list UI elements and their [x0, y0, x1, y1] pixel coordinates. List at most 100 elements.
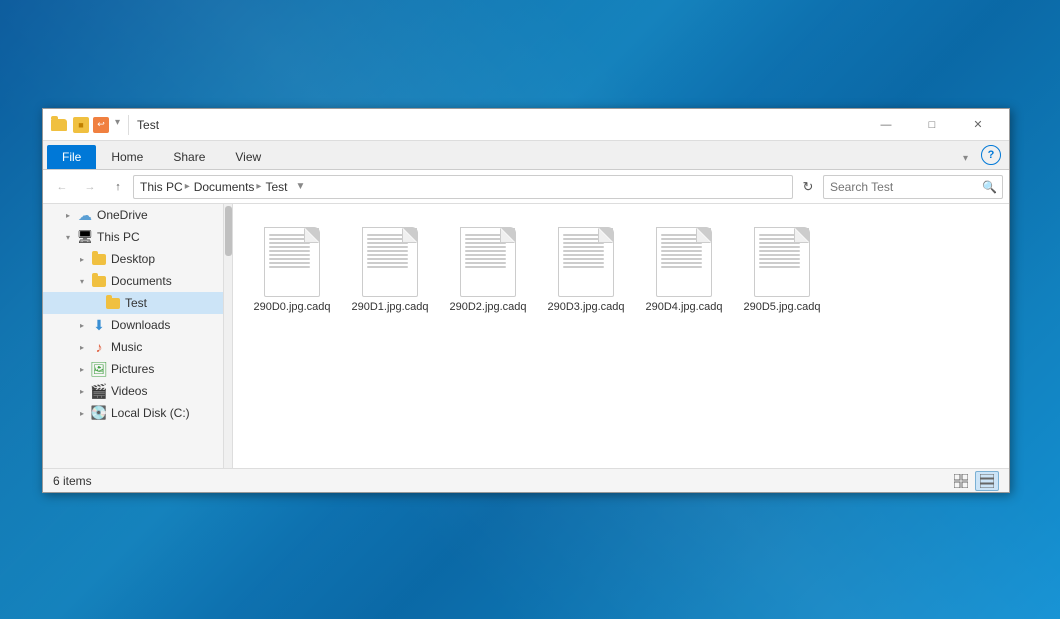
view-buttons [949, 471, 999, 491]
path-test[interactable]: Test [265, 180, 287, 194]
expand-test[interactable] [89, 296, 103, 310]
sidebar-item-pictures[interactable]: ▸ 🖼 Pictures [43, 358, 232, 380]
path-documents[interactable]: Documents ▸ [194, 180, 262, 194]
ribbon-tabs: File Home Share View ▾ ? [43, 141, 1009, 169]
tab-share[interactable]: Share [158, 145, 220, 169]
title-separator [128, 115, 129, 135]
back-button[interactable]: ← [49, 175, 75, 199]
file-page [754, 227, 810, 297]
file-page [558, 227, 614, 297]
help-button[interactable]: ? [981, 145, 1001, 165]
explorer-window: ■ ↩ ▾ Test — □ ✕ File Home Share View ▾ … [42, 108, 1010, 493]
path-test-label: Test [265, 180, 287, 194]
expand-documents[interactable]: ▾ [75, 274, 89, 288]
sidebar-label-local-disk: Local Disk (C:) [111, 406, 190, 420]
expand-downloads[interactable]: ▸ [75, 318, 89, 332]
close-button[interactable]: ✕ [955, 109, 1001, 141]
tab-home[interactable]: Home [96, 145, 158, 169]
file-name: 290D2.jpg.cadq [449, 300, 526, 314]
view-list-button[interactable] [975, 471, 999, 491]
file-area: 290D0.jpg.cadq 290D1.jpg.cadq 290D2.jpg.… [233, 204, 1009, 468]
address-path[interactable]: This PC ▸ Documents ▸ Test ▼ [133, 175, 793, 199]
ribbon: File Home Share View ▾ ? [43, 141, 1009, 170]
title-bar: ■ ↩ ▾ Test — □ ✕ [43, 109, 1009, 141]
this-pc-icon: 🖥 [77, 229, 93, 245]
expand-desktop[interactable]: ▸ [75, 252, 89, 266]
sidebar-item-videos[interactable]: ▸ 🎬 Videos [43, 380, 232, 402]
sidebar-item-test[interactable]: Test [43, 292, 232, 314]
expand-pictures[interactable]: ▸ [75, 362, 89, 376]
expand-music[interactable]: ▸ [75, 340, 89, 354]
file-icon [652, 224, 716, 300]
window-icon [51, 117, 67, 133]
file-page [460, 227, 516, 297]
file-item[interactable]: 290D5.jpg.cadq [737, 218, 827, 454]
maximize-button[interactable]: □ [909, 109, 955, 141]
disk-icon: 💽 [91, 405, 107, 421]
sidebar-label-music: Music [111, 340, 142, 354]
scrollbar-thumb [225, 206, 232, 256]
expand-videos[interactable]: ▸ [75, 384, 89, 398]
downloads-icon: ⬇ [91, 317, 107, 333]
expand-onedrive[interactable]: ▸ [61, 208, 75, 222]
list-icon [980, 474, 994, 488]
pictures-icon: 🖼 [91, 361, 107, 377]
expand-this-pc[interactable]: ▾ [61, 230, 75, 244]
file-item[interactable]: 290D4.jpg.cadq [639, 218, 729, 454]
music-icon: ♪ [91, 339, 107, 355]
documents-icon [91, 273, 107, 289]
sidebar-item-local-disk[interactable]: ▸ 💽 Local Disk (C:) [43, 402, 232, 424]
sidebar-label-this-pc: This PC [97, 230, 140, 244]
search-input[interactable] [823, 175, 1003, 199]
sidebar-item-onedrive[interactable]: ▸ ☁ OneDrive [43, 204, 232, 226]
path-this-pc-label: This PC [140, 180, 183, 194]
sidebar-item-documents[interactable]: ▾ Documents [43, 270, 232, 292]
file-icon [456, 224, 520, 300]
up-button[interactable]: ↑ [105, 175, 131, 199]
tab-view[interactable]: View [220, 145, 276, 169]
file-item[interactable]: 290D3.jpg.cadq [541, 218, 631, 454]
path-arrow-1: ▸ [185, 181, 190, 192]
path-dropdown-btn[interactable]: ▼ [295, 181, 305, 192]
minimize-button[interactable]: — [863, 109, 909, 141]
path-this-pc[interactable]: This PC ▸ [140, 180, 190, 194]
tiles-icon [954, 474, 968, 488]
sidebar-scrollbar[interactable] [223, 204, 232, 468]
sidebar-label-test: Test [125, 296, 147, 310]
videos-icon: 🎬 [91, 383, 107, 399]
desktop-icon [91, 251, 107, 267]
file-item[interactable]: 290D2.jpg.cadq [443, 218, 533, 454]
sidebar-label-videos: Videos [111, 384, 147, 398]
sidebar-label-downloads: Downloads [111, 318, 170, 332]
quick-save-icon[interactable]: ■ [73, 117, 89, 133]
ribbon-expand-btn[interactable]: ▾ [954, 148, 977, 169]
sidebar-label-pictures: Pictures [111, 362, 154, 376]
file-name: 290D4.jpg.cadq [645, 300, 722, 314]
sidebar-label-desktop: Desktop [111, 252, 155, 266]
address-bar: ← → ↑ This PC ▸ Documents ▸ Test ▼ ↻ 🔍 [43, 170, 1009, 204]
search-wrapper: 🔍 [823, 175, 1003, 199]
path-documents-label: Documents [194, 180, 255, 194]
file-icon [260, 224, 324, 300]
path-arrow-2: ▸ [256, 181, 261, 192]
file-name: 290D0.jpg.cadq [253, 300, 330, 314]
sidebar-item-desktop[interactable]: ▸ Desktop [43, 248, 232, 270]
sidebar: ▸ ☁ OneDrive ▾ 🖥 This PC ▸ Desktop ▾ Doc… [43, 204, 233, 468]
forward-button[interactable]: → [77, 175, 103, 199]
file-item[interactable]: 290D1.jpg.cadq [345, 218, 435, 454]
view-tiles-button[interactable] [949, 471, 973, 491]
file-page [362, 227, 418, 297]
expand-local-disk[interactable]: ▸ [75, 406, 89, 420]
sidebar-item-music[interactable]: ▸ ♪ Music [43, 336, 232, 358]
sidebar-item-downloads[interactable]: ▸ ⬇ Downloads [43, 314, 232, 336]
file-item[interactable]: 290D0.jpg.cadq [247, 218, 337, 454]
refresh-button[interactable]: ↻ [795, 175, 821, 199]
sidebar-item-this-pc[interactable]: ▾ 🖥 This PC [43, 226, 232, 248]
file-icon [554, 224, 618, 300]
quick-dropdown-icon[interactable]: ▾ [115, 117, 120, 133]
main-area: ▸ ☁ OneDrive ▾ 🖥 This PC ▸ Desktop ▾ Doc… [43, 204, 1009, 468]
tab-file[interactable]: File [47, 145, 96, 169]
quick-undo-icon[interactable]: ↩ [93, 117, 109, 133]
file-page [264, 227, 320, 297]
file-name: 290D3.jpg.cadq [547, 300, 624, 314]
